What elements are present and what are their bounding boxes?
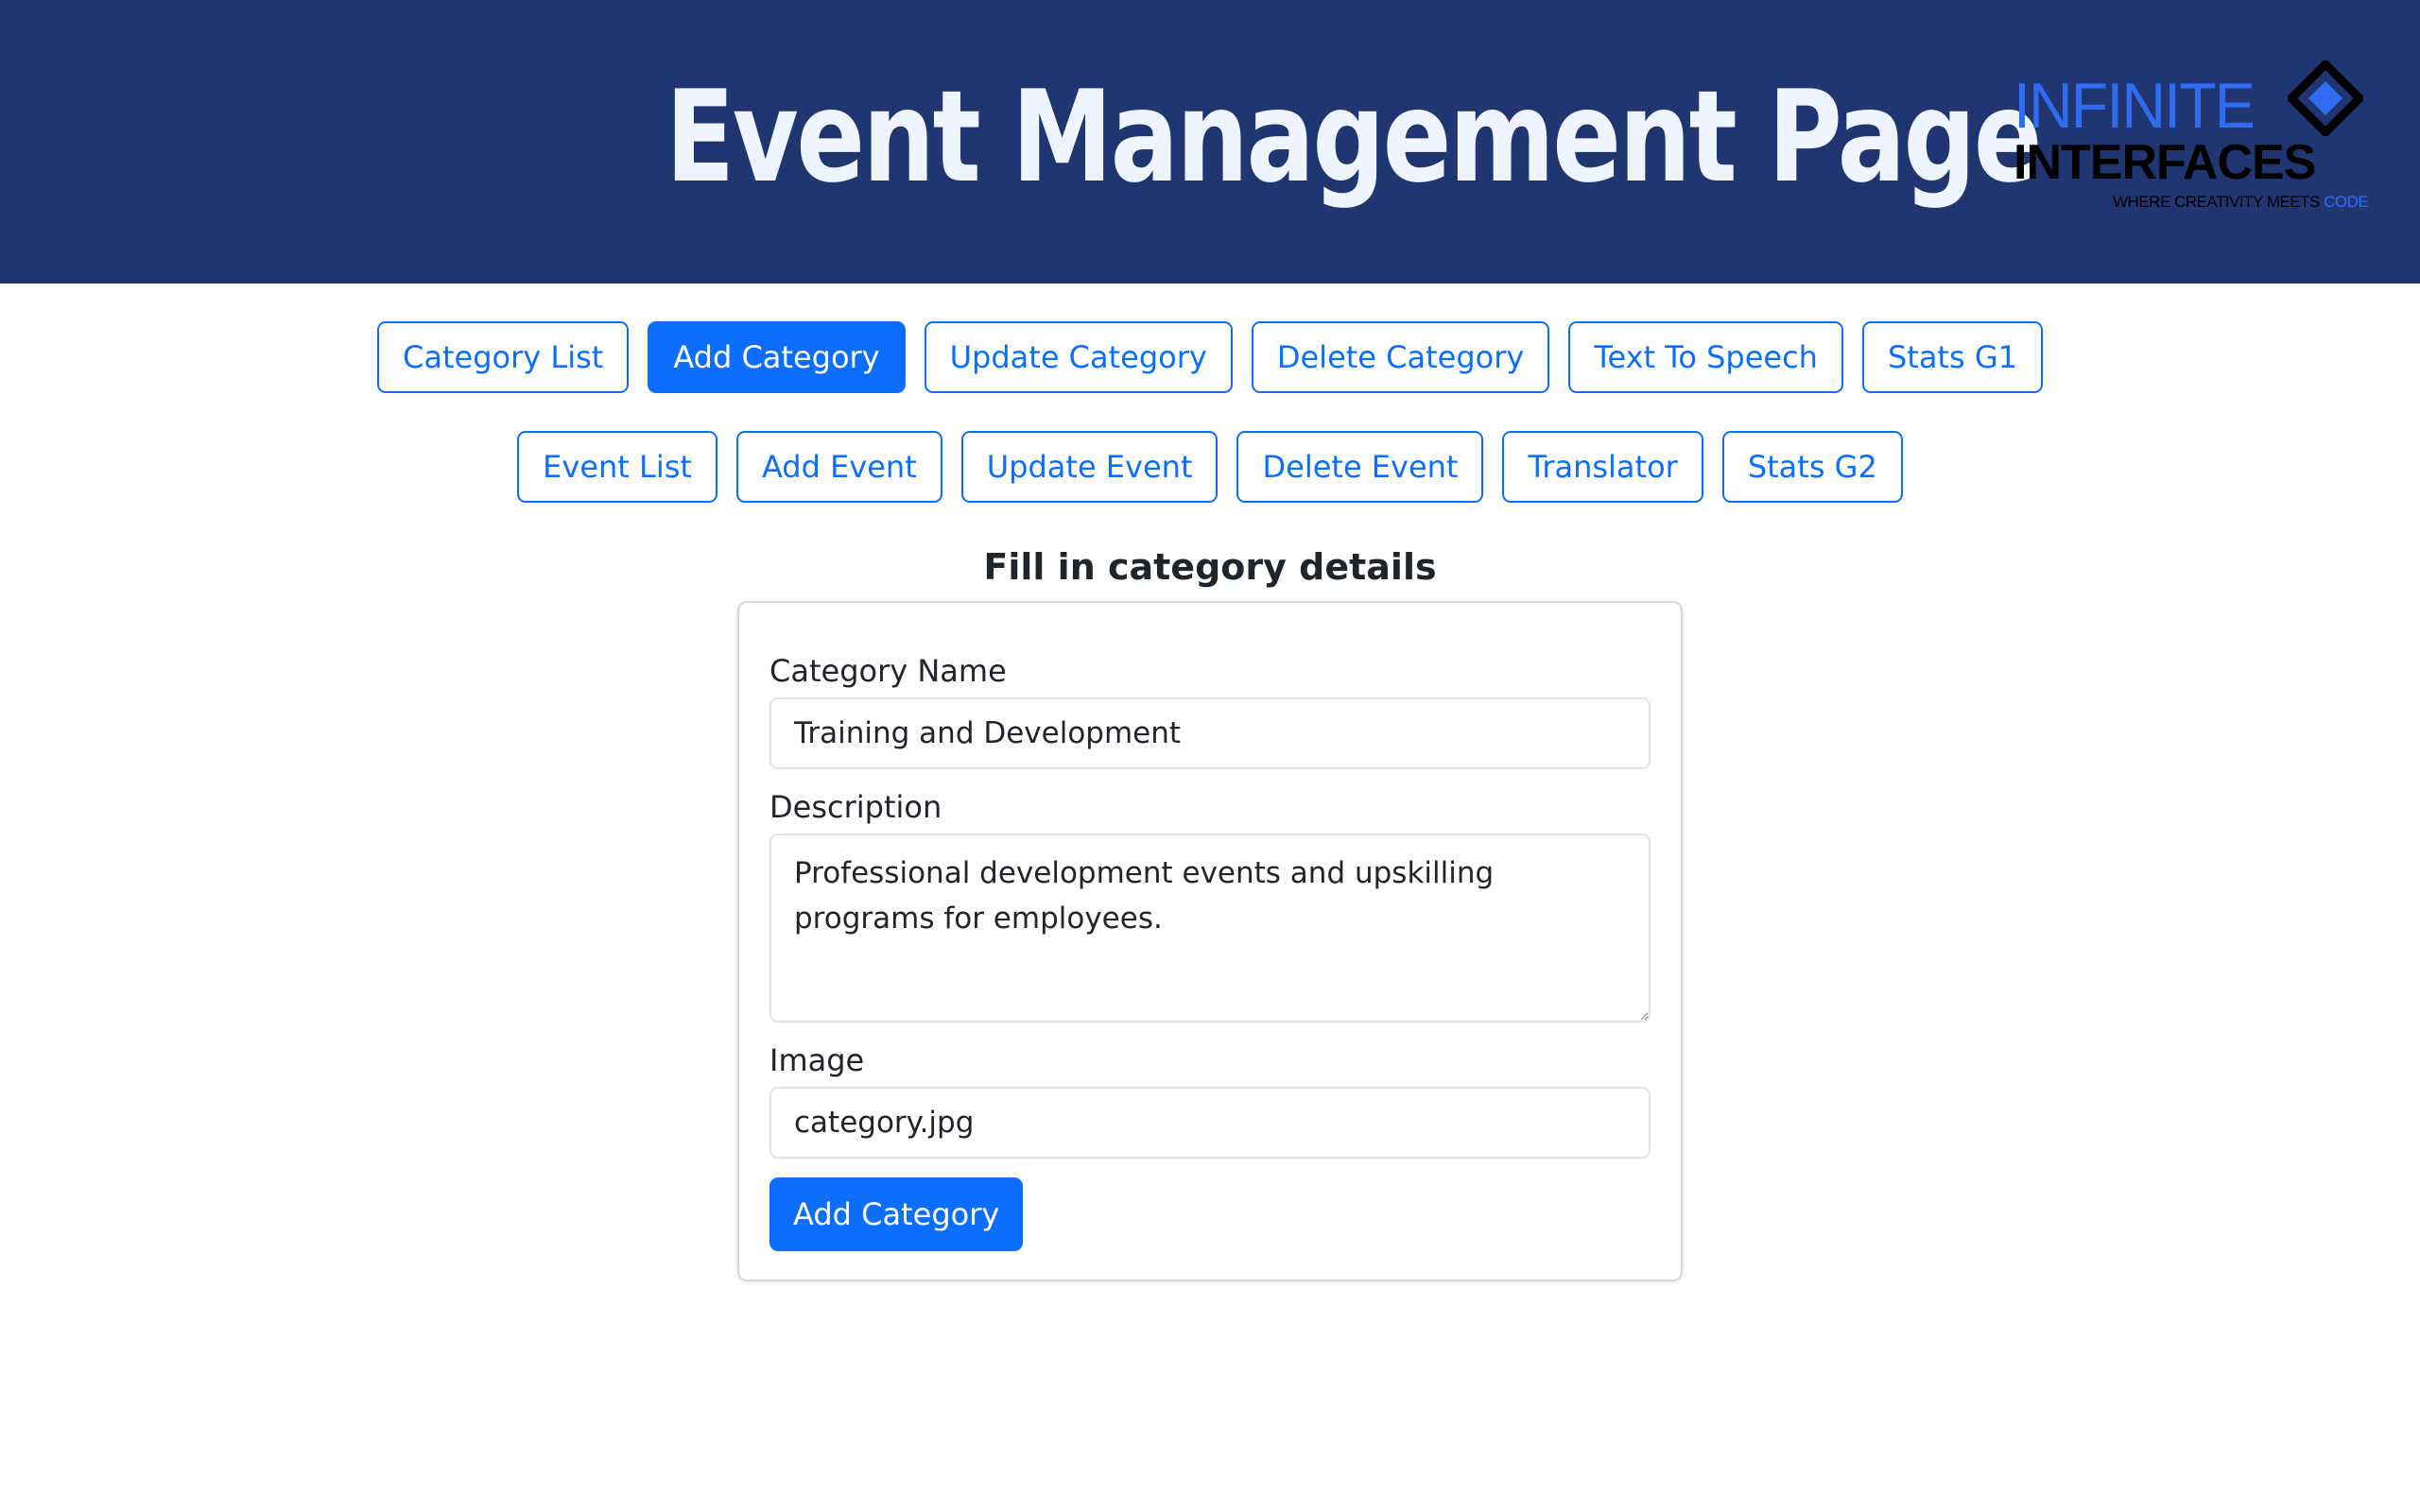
logo-diamond-icon — [2288, 60, 2363, 136]
nav-stats-g1-button[interactable]: Stats G1 — [1861, 321, 2043, 393]
logo-line1: INFINITE — [2014, 70, 2256, 142]
logo-line2: INTERFACES — [2014, 135, 2316, 190]
category-form-card: Category Name Description Professional d… — [737, 601, 1683, 1281]
nav-update-event-button[interactable]: Update Event — [960, 431, 1219, 503]
description-label: Description — [769, 789, 942, 825]
nav-text-to-speech-button[interactable]: Text To Speech — [1568, 321, 1843, 393]
nav-add-event-button[interactable]: Add Event — [735, 431, 942, 503]
image-input[interactable] — [769, 1087, 1651, 1159]
description-textarea[interactable]: Professional development events and upsk… — [769, 833, 1651, 1022]
add-category-submit-button[interactable]: Add Category — [769, 1177, 1024, 1251]
nav-category-list-button[interactable]: Category List — [377, 321, 630, 393]
nav-event-list-button[interactable]: Event List — [517, 431, 717, 503]
page-header: Event Management Page INFINITE INTERFACE… — [0, 0, 2420, 284]
category-name-label: Category Name — [769, 653, 1007, 689]
form-heading: Fill in category details — [983, 546, 1437, 588]
nav-delete-category-button[interactable]: Delete Category — [1251, 321, 1550, 393]
nav-row-categories: Category List Add Category Update Category… — [0, 321, 2420, 393]
nav-add-category-button[interactable]: Add Category — [648, 321, 906, 393]
image-label: Image — [769, 1042, 865, 1078]
company-logo: INFINITE INTERFACES WHERE CREATIVITY MEE… — [2009, 59, 2369, 229]
nav-delete-event-button[interactable]: Delete Event — [1236, 431, 1484, 503]
category-name-input[interactable] — [769, 697, 1651, 769]
nav-update-category-button[interactable]: Update Category — [924, 321, 1233, 393]
logo-tagline: WHERE CREATIVITY MEETS CODE — [2113, 193, 2369, 211]
nav-row-events: Event List Add Event Update Event Delete Ev… — [0, 431, 2420, 503]
nav-translator-button[interactable]: Translator — [1502, 431, 1703, 503]
page-title: Event Management Page — [666, 63, 2043, 211]
nav-stats-g2-button[interactable]: Stats G2 — [1721, 431, 1903, 503]
